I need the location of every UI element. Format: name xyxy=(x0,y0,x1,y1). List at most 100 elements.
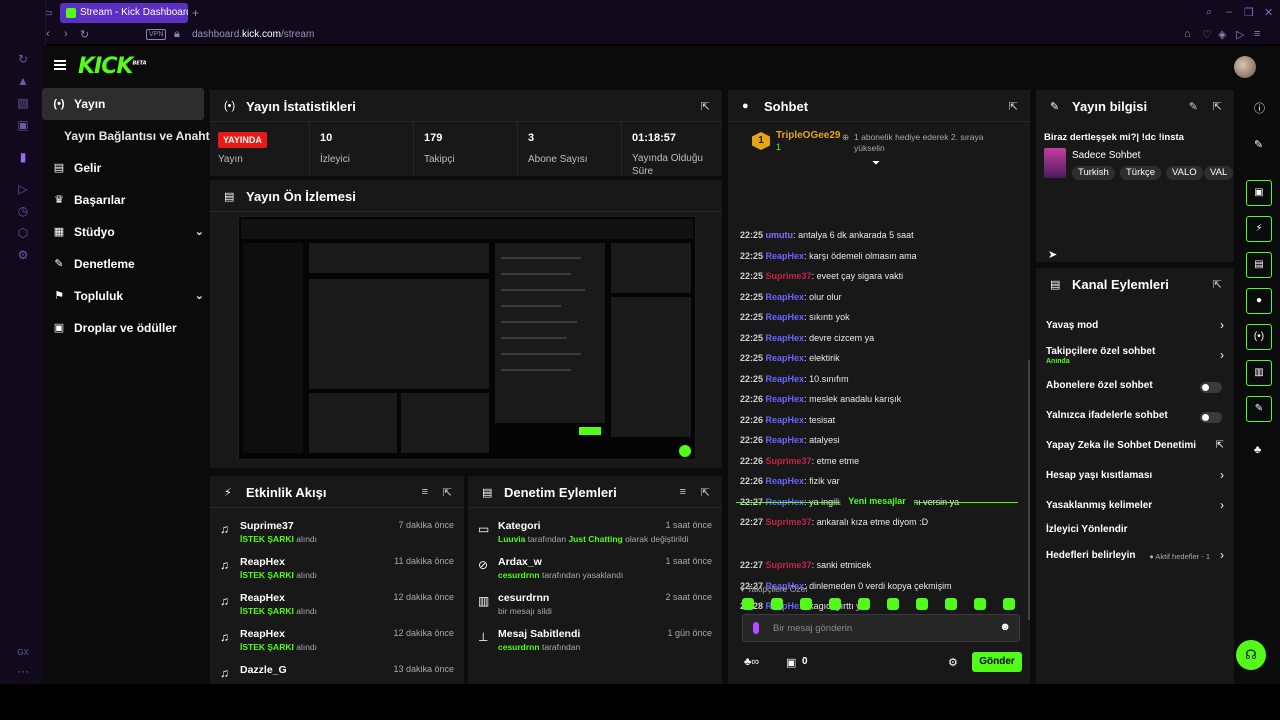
minimize-icon[interactable]: – xyxy=(1226,6,1232,18)
list-item[interactable]: ▭ Kategori Luuvia tarafından Just Chatti… xyxy=(468,514,722,550)
emote-button[interactable] xyxy=(800,598,812,610)
rail-broadcast-icon[interactable]: (•) xyxy=(1246,324,1272,350)
nav-item-stream[interactable]: (•) Yayın xyxy=(42,88,204,120)
action-goals[interactable]: Hedefleri belirleyin ● Aktif hedefler - … xyxy=(1046,542,1224,572)
speed-dial-icon[interactable]: ↻ xyxy=(16,52,30,66)
popout-icon[interactable]: ⇱ xyxy=(1009,100,1018,113)
store-icon[interactable]: ▣ xyxy=(786,656,796,669)
list-item[interactable]: ▥ cesurdrnn bir mesajı sildi 2 saat önce xyxy=(468,586,722,622)
back-icon[interactable]: ‹ xyxy=(46,28,50,40)
list-item[interactable]: ♫ ReapHex İSTEK ŞARKI alındı 11 dakika ö… xyxy=(210,550,464,586)
filter-icon[interactable]: ≡ xyxy=(422,486,428,498)
bookmark-icon[interactable]: ♡ xyxy=(1202,28,1212,41)
reload-icon[interactable]: ↻ xyxy=(80,28,89,41)
action-emote-only[interactable]: Yalnızca ifadelerle sohbet xyxy=(1046,402,1224,432)
category-thumbnail[interactable] xyxy=(1044,148,1066,178)
action-subscribers-only[interactable]: Abonelere özel sohbet xyxy=(1046,372,1224,402)
chat-message[interactable]: 22:25 ReapHex: elektirik xyxy=(740,353,840,363)
shield-icon[interactable]: ◈ xyxy=(1218,28,1226,41)
popout-icon[interactable]: ⇱ xyxy=(1213,278,1222,291)
emote-button[interactable] xyxy=(887,598,899,610)
send-button[interactable]: Gönder xyxy=(972,652,1022,672)
menu-icon[interactable]: ≡ xyxy=(1254,28,1260,40)
rail-wrench-icon[interactable]: ✎ xyxy=(1246,396,1272,422)
list-item[interactable]: ⊘ Ardax_w cesurdrnn tarafından yasakland… xyxy=(468,550,722,586)
nav-item-moderation[interactable]: ✎ Denetleme xyxy=(42,248,204,280)
support-fab-icon[interactable]: ☊ xyxy=(1236,640,1266,670)
chat-message[interactable]: 22:27 Suprime37: sanki etmicek xyxy=(740,560,871,570)
emote-button[interactable] xyxy=(1003,598,1015,610)
edit-icon[interactable]: ✎ xyxy=(1254,138,1263,151)
chat-message[interactable]: 22:26 ReapHex: fizik var xyxy=(740,476,840,486)
rail-community-icon[interactable]: ♣ xyxy=(1254,444,1261,456)
emote-only-toggle[interactable] xyxy=(1200,412,1222,423)
rail-channel-icon[interactable]: ▥ xyxy=(1246,360,1272,386)
subscribers-only-toggle[interactable] xyxy=(1200,382,1222,393)
action-followers-only[interactable]: Takipçilere özel sohbet Anında › xyxy=(1046,342,1224,372)
chat-message[interactable]: 22:26 ReapHex: tesisat xyxy=(740,415,835,425)
expand-chevron-icon[interactable]: ⏷ xyxy=(872,158,880,169)
chat-message[interactable]: 22:27 Suprime37: ankaralı kıza etme diyo… xyxy=(740,517,928,527)
action-slow-mode[interactable]: Yavaş mod › xyxy=(1046,312,1224,342)
category-name[interactable]: Sadece Sohbet xyxy=(1072,150,1140,161)
rail-chat-icon[interactable]: ● xyxy=(1246,288,1272,314)
nav-item-stream-key[interactable]: Yayın Bağlantısı ve Anahtarı xyxy=(42,120,224,152)
nav-item-community[interactable]: ⚑ Topluluk ⌄ xyxy=(42,280,204,312)
close-icon[interactable]: ✕ xyxy=(1264,6,1273,19)
list-item[interactable]: ♫ Suprime37 İSTEK ŞARKI alındı 7 dakika … xyxy=(210,514,464,550)
edit-icon[interactable]: ✎ xyxy=(1189,100,1198,113)
emote-button[interactable] xyxy=(945,598,957,610)
messenger-icon[interactable]: ▣ xyxy=(16,118,30,132)
popout-icon[interactable]: ⇱ xyxy=(701,100,710,113)
avatar[interactable] xyxy=(1234,56,1256,78)
history-icon[interactable]: ◷ xyxy=(16,204,30,218)
emoji-icon[interactable]: ☻ xyxy=(999,621,1011,633)
chat-message[interactable]: 22:26 Suprime37: etme etme xyxy=(740,456,859,466)
gx-label[interactable]: GX xyxy=(16,646,30,660)
snapshot-icon[interactable]: ⌂ xyxy=(1184,28,1191,40)
emote-button[interactable] xyxy=(858,598,870,610)
chat-message[interactable]: 22:25 umutu: antalya 6 dk ankarada 5 saa… xyxy=(740,230,914,240)
chat-input[interactable]: Bir mesaj gönderin ☻ xyxy=(742,614,1020,642)
rail-document-icon[interactable]: ▤ xyxy=(1246,252,1272,278)
popout-icon[interactable]: ⇱ xyxy=(1213,100,1222,113)
action-ai-moderation[interactable]: Yapay Zeka ile Sohbet Denetimi ⇱ xyxy=(1046,432,1224,462)
play-icon[interactable]: ▷ xyxy=(1236,28,1244,41)
cube-icon[interactable]: ⬡ xyxy=(16,226,30,240)
action-account-age[interactable]: Hesap yaşı kısıtlaması › xyxy=(1046,462,1224,492)
search-icon[interactable]: ⌕ xyxy=(1206,6,1212,19)
list-item[interactable]: ♫ ReapHex İSTEK ŞARKI alındı 12 dakika ö… xyxy=(210,622,464,658)
vpn-badge[interactable]: VPN xyxy=(146,29,167,40)
rail-lightning-icon[interactable]: ⚡︎ xyxy=(1246,216,1272,242)
new-tab-icon[interactable]: + xyxy=(192,6,199,20)
chat-message[interactable]: 22:25 ReapHex: sıkıntı yok xyxy=(740,312,850,322)
player-icon[interactable]: ▷ xyxy=(16,182,30,196)
hamburger-icon[interactable] xyxy=(54,60,66,70)
chat-message[interactable]: 22:25 ReapHex: 10.sınıfım xyxy=(740,374,849,384)
list-item[interactable]: ⊥ Mesaj Sabitlendi cesurdrnn tarafından … xyxy=(468,622,722,658)
bag-icon[interactable]: ▲ xyxy=(16,74,30,88)
chat-scrollbar[interactable] xyxy=(1028,360,1030,620)
more-icon[interactable]: ··· xyxy=(16,664,30,678)
emote-button[interactable] xyxy=(974,598,986,610)
games-icon[interactable]: ▧ xyxy=(16,96,30,110)
chat-message[interactable]: 22:26 ReapHex: atalyesi xyxy=(740,435,840,445)
top-gifter-name[interactable]: TripleOGee29 xyxy=(776,130,840,141)
twitch-icon[interactable]: ▮ xyxy=(16,150,30,164)
popout-icon[interactable]: ⇱ xyxy=(443,486,452,499)
kick-logo[interactable]: KICKBETA xyxy=(78,54,147,79)
emote-button[interactable] xyxy=(829,598,841,610)
forward-icon[interactable]: › xyxy=(64,28,68,40)
filter-icon[interactable]: ≡ xyxy=(680,486,686,498)
emote-button[interactable] xyxy=(916,598,928,610)
settings-icon[interactable]: ⚙ xyxy=(16,248,30,262)
nav-item-studio[interactable]: ▦ Stüdyo ⌄ xyxy=(42,216,204,248)
chat-message[interactable]: 22:25 ReapHex: karşı ödemeli olmasın ama xyxy=(740,251,917,261)
list-item[interactable]: ♫ ReapHex İSTEK ŞARKI alındı 12 dakika ö… xyxy=(210,586,464,622)
list-item[interactable]: ♫ Dazzle_G 13 dakika önce xyxy=(210,658,464,684)
emote-button[interactable] xyxy=(742,598,754,610)
browser-tab-active[interactable]: Stream - Kick Dashboard xyxy=(60,3,188,23)
chat-message[interactable]: 22:25 Suprime37: eveet çay sigara vakti xyxy=(740,271,903,281)
info-icon[interactable]: ⓘ xyxy=(1254,100,1265,116)
maximize-icon[interactable]: ❐ xyxy=(1244,6,1254,19)
